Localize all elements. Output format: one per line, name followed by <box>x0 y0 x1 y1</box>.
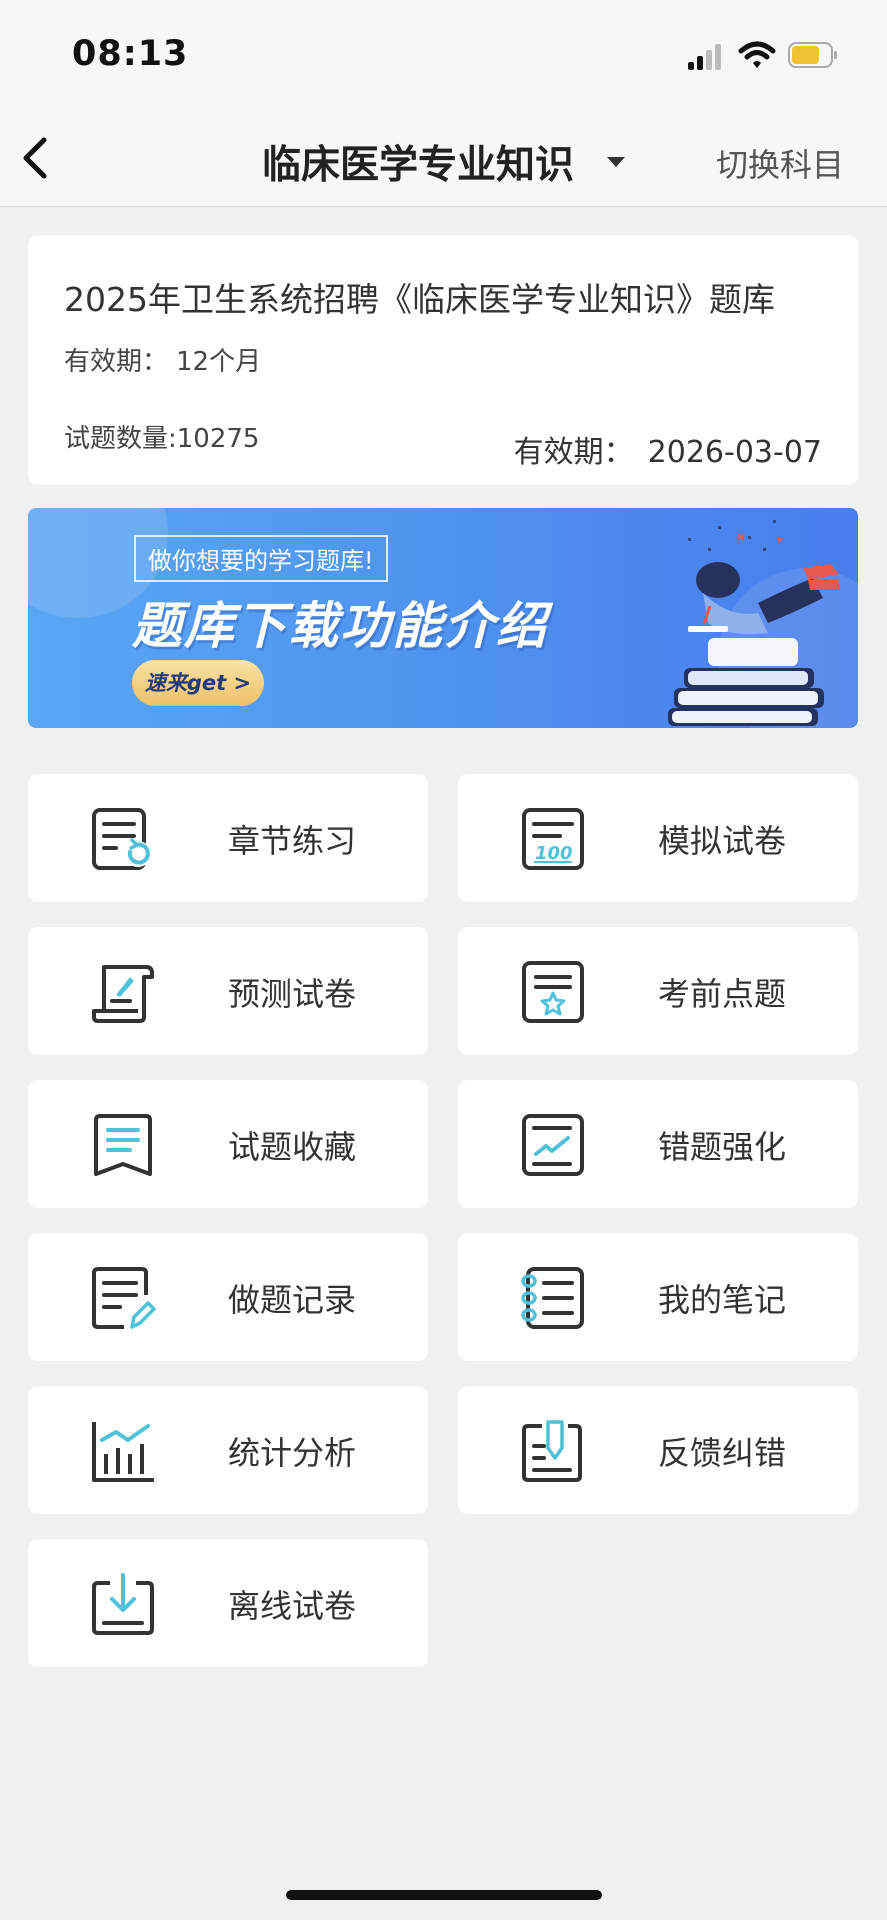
banner-headline: 题库下载功能介绍 <box>132 597 548 655</box>
cellular-signal-icon <box>688 44 721 70</box>
statistics-icon <box>92 1422 154 1482</box>
expiry-value: 2026-03-07 <box>647 435 822 470</box>
bookmark-icon <box>94 1114 152 1176</box>
switch-subject-button[interactable]: 切换科目 <box>716 140 844 186</box>
record-pencil-icon <box>92 1267 156 1329</box>
home-indicator[interactable] <box>286 1890 602 1900</box>
menu-label: 预测试卷 <box>228 975 357 1013</box>
menu-label: 我的笔记 <box>658 1281 787 1319</box>
menu-notes[interactable]: 我的笔记 <box>458 1233 858 1361</box>
validity-label: 有效期： <box>64 347 169 377</box>
prediction-paper-icon <box>92 965 154 1023</box>
menu-mistakes[interactable]: 错题强化 <box>458 1080 858 1208</box>
menu-feedback[interactable]: 反馈纠错 <box>458 1386 858 1514</box>
question-count: 试题数量:10275 <box>64 424 260 454</box>
notebook-icon <box>521 1267 584 1329</box>
expiry-date: 有效期： 2026-03-07 <box>514 427 822 471</box>
mock-exam-icon: 100 <box>522 808 584 870</box>
chapter-practice-icon <box>92 808 151 870</box>
menu-label: 统计分析 <box>228 1434 357 1472</box>
status-bar: 08:13 <box>0 0 887 110</box>
expiry-label: 有效期： <box>513 435 634 470</box>
menu-statistics[interactable]: 统计分析 <box>28 1386 428 1514</box>
menu-label: 反馈纠错 <box>658 1434 787 1472</box>
nav-bar: 临床医学专业知识 切换科目 <box>0 110 887 207</box>
menu-label: 模拟试卷 <box>658 822 787 860</box>
back-arrow-icon[interactable] <box>16 132 56 184</box>
menu-label: 做题记录 <box>228 1281 357 1319</box>
menu-offline-papers[interactable]: 离线试卷 <box>28 1539 428 1667</box>
validity-term: 有效期： 12个月 <box>64 341 261 378</box>
dropdown-caret-icon[interactable] <box>607 157 625 167</box>
wifi-icon <box>738 41 776 68</box>
menu-label: 试题收藏 <box>228 1128 357 1166</box>
menu-label: 考前点题 <box>658 975 787 1013</box>
banner-cta-button[interactable]: 速来get > <box>132 660 264 706</box>
question-bank-card: 2025年卫生系统招聘《临床医学专业知识》题库 有效期： 12个月 试题数量:10… <box>28 235 858 485</box>
battery-icon <box>788 42 837 68</box>
download-feature-banner[interactable]: 做你想要的学习题库! 题库下载功能介绍 速来get > <box>28 508 858 728</box>
feedback-icon <box>522 1420 582 1482</box>
status-time: 08:13 <box>72 34 189 74</box>
svg-text:100: 100 <box>535 843 573 864</box>
menu-key-points[interactable]: 考前点题 <box>458 927 858 1055</box>
menu-label: 章节练习 <box>228 822 357 860</box>
key-points-star-icon <box>522 961 584 1023</box>
menu-chapter-practice[interactable]: 章节练习 <box>28 774 428 902</box>
studying-girl-illustration <box>668 520 840 726</box>
subject-title[interactable]: 临床医学专业知识 <box>262 134 574 190</box>
menu-bookmarks[interactable]: 试题收藏 <box>28 1080 428 1208</box>
mistakes-chart-icon <box>522 1114 584 1176</box>
menu-prediction-paper[interactable]: 预测试卷 <box>28 927 428 1055</box>
banner-tag: 做你想要的学习题库! <box>134 535 388 582</box>
menu-records[interactable]: 做题记录 <box>28 1233 428 1361</box>
menu-mock-exam[interactable]: 100 模拟试卷 <box>458 774 858 902</box>
offline-download-icon <box>92 1573 154 1635</box>
menu-label: 错题强化 <box>658 1128 787 1166</box>
question-bank-title: 2025年卫生系统招聘《临床医学专业知识》题库 <box>64 280 775 319</box>
menu-label: 离线试卷 <box>228 1587 357 1625</box>
validity-value: 12个月 <box>176 347 262 377</box>
